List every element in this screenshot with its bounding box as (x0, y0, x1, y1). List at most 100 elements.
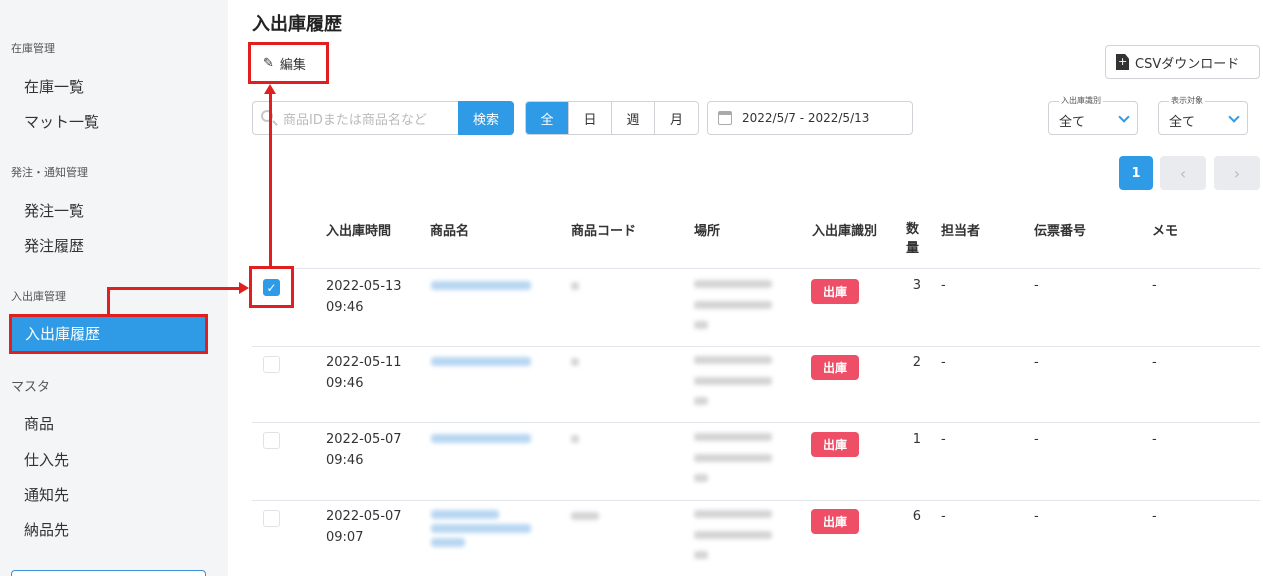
table-row-time: 2022-05-13 09:46 (326, 276, 402, 318)
sidebar-item-delivery-targets[interactable]: 納品先 (24, 519, 69, 540)
row-slip: - (1034, 278, 1039, 293)
location-redacted (694, 474, 708, 482)
row-staff: - (941, 355, 946, 370)
product-code-redacted (571, 435, 579, 443)
date-range-picker[interactable]: 2022/5/7 - 2022/5/13 (707, 101, 913, 135)
chevron-down-icon (1118, 111, 1130, 123)
annotation-arrow-connector (107, 287, 110, 314)
edit-button-label: 編集 (279, 57, 306, 73)
location-redacted (694, 433, 772, 441)
row-slip: - (1034, 432, 1039, 447)
arrow-right-icon (239, 282, 249, 294)
search-placeholder: 商品IDまたは商品名など (283, 112, 427, 128)
row-date: 2022-05-07 (326, 432, 402, 447)
product-code-redacted (571, 512, 599, 520)
sidebar-item-products[interactable]: 商品 (24, 413, 54, 434)
location-redacted (694, 531, 772, 539)
row-time: 09:46 (326, 300, 364, 315)
csv-download-label: CSVダウンロード (1135, 56, 1240, 72)
sidebar-group-orders: 発注・通知管理 (11, 166, 88, 179)
csv-download-button[interactable]: CSVダウンロード (1105, 45, 1260, 79)
io-type-badge: 出庫 (811, 355, 859, 380)
sidebar-group-inventory: 在庫管理 (11, 42, 55, 55)
row-staff: - (941, 278, 946, 293)
page-title: 入出庫履歴 (252, 14, 342, 35)
col-header-qty: 数量 (906, 222, 920, 256)
period-tab-day[interactable]: 日 (569, 102, 612, 134)
location-redacted (694, 301, 772, 309)
row-divider (252, 268, 1260, 269)
product-name-link[interactable] (431, 510, 499, 519)
col-header-memo: メモ (1152, 224, 1179, 239)
product-name-link[interactable] (431, 357, 531, 366)
row-time: 09:46 (326, 376, 364, 391)
row-checkbox[interactable] (263, 510, 280, 527)
product-name-link[interactable] (431, 434, 531, 443)
sidebar-bottom-button[interactable] (11, 570, 206, 576)
page-1-button[interactable]: 1 (1119, 156, 1153, 190)
sidebar-group-stock-io: 入出庫管理 (11, 290, 66, 303)
col-header-product-name: 商品名 (430, 224, 470, 239)
col-header-slip: 伝票番号 (1034, 224, 1087, 239)
row-checkbox[interactable] (263, 356, 280, 373)
sidebar-item-order-list[interactable]: 発注一覧 (24, 200, 84, 221)
sidebar-item-order-history[interactable]: 発注履歴 (24, 235, 84, 256)
arrow-up-icon (264, 84, 276, 94)
edit-button[interactable]: ✎ 編集 (248, 42, 329, 84)
row-memo: - (1152, 509, 1157, 524)
location-redacted (694, 454, 772, 462)
row-divider (252, 422, 1260, 423)
annotation-arrow-right (107, 287, 239, 290)
row-date: 2022-05-13 (326, 279, 402, 294)
sidebar-item-stock-io-history[interactable]: 入出庫履歴 (9, 314, 208, 354)
row-slip: - (1034, 355, 1039, 370)
col-header-time: 入出庫時間 (326, 224, 392, 239)
col-header-product-code: 商品コード (571, 224, 637, 239)
row-divider (252, 346, 1260, 347)
row-qty: 6 (912, 509, 921, 524)
period-tab-all[interactable]: 全 (526, 102, 569, 134)
row-time: 09:07 (326, 530, 364, 545)
next-page-button[interactable]: › (1214, 156, 1260, 190)
period-tabs: 全 日 週 月 (525, 101, 699, 135)
row-memo: - (1152, 355, 1157, 370)
display-target-select-value: 全て (1169, 115, 1196, 130)
display-target-select[interactable]: 表示対象 全て (1158, 95, 1248, 135)
product-name-link[interactable] (431, 281, 531, 290)
search-button[interactable]: 検索 (458, 101, 514, 135)
row-staff: - (941, 509, 946, 524)
sidebar-item-mat-list[interactable]: マット一覧 (24, 111, 99, 132)
location-redacted (694, 397, 708, 405)
checkbox-highlight-box (249, 266, 294, 308)
product-code-redacted (571, 358, 579, 366)
row-qty: 2 (912, 355, 921, 370)
row-qty: 3 (912, 278, 921, 293)
location-redacted (694, 280, 772, 288)
row-qty: 1 (912, 432, 921, 447)
search-input[interactable]: 商品IDまたは商品名など (252, 101, 458, 135)
sidebar-item-suppliers[interactable]: 仕入先 (24, 449, 69, 470)
prev-page-button[interactable]: ‹ (1160, 156, 1206, 190)
period-tab-month[interactable]: 月 (655, 102, 698, 134)
table-row-time: 2022-05-07 09:46 (326, 429, 402, 471)
col-header-location: 場所 (694, 224, 721, 239)
sidebar-item-notify-targets[interactable]: 通知先 (24, 484, 69, 505)
display-target-select-label: 表示対象 (1169, 95, 1205, 106)
annotation-arrow-up (269, 94, 272, 266)
product-name-link[interactable] (431, 524, 531, 533)
calendar-icon (718, 111, 732, 125)
row-slip: - (1034, 509, 1039, 524)
io-type-select-label: 入出庫識別 (1059, 95, 1103, 106)
period-tab-week[interactable]: 週 (612, 102, 655, 134)
row-checkbox[interactable] (263, 432, 280, 449)
location-redacted (694, 356, 772, 364)
col-header-io-type: 入出庫識別 (812, 224, 878, 239)
io-type-badge: 出庫 (811, 432, 859, 457)
pencil-icon: ✎ (263, 55, 274, 71)
product-name-link[interactable] (431, 538, 465, 547)
sidebar-group-master: マスタ (11, 380, 51, 395)
io-type-select[interactable]: 入出庫識別 全て (1048, 95, 1138, 135)
location-redacted (694, 510, 772, 518)
row-date: 2022-05-11 (326, 355, 402, 370)
sidebar-item-inventory-list[interactable]: 在庫一覧 (24, 76, 84, 97)
